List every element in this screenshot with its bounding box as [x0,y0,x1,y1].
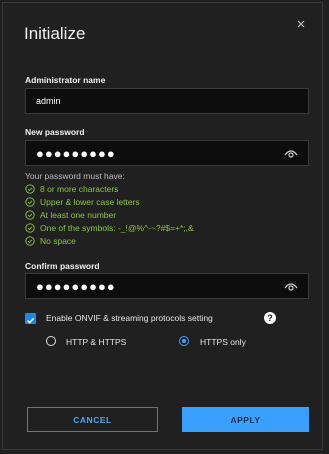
show-password-icon[interactable] [284,280,298,292]
onvif-label: Enable ONVIF & streaming protocols setti… [46,313,213,323]
show-password-icon[interactable] [284,147,298,159]
requirement-text: No space [40,235,76,246]
requirement-text: At least one number [40,209,117,220]
radio-http-https-label: HTTP & HTTPS [66,337,127,347]
password-requirements-title: Your password must have: [25,171,125,181]
radio-https-only-label: HTTPS only [200,337,246,347]
admin-name-label: Administrator name [25,75,106,85]
requirement-item: No space [25,234,194,247]
requirement-item: At least one number [25,208,194,221]
cancel-button[interactable]: CANCEL [27,407,158,432]
confirm-password-label: Confirm password [25,261,100,271]
check-circle-icon [25,222,35,233]
dialog-title: Initialize [24,24,86,43]
onvif-checkbox[interactable] [25,313,36,324]
close-icon[interactable] [294,17,308,31]
password-requirements-list: 8 or more characters Upper & lower case … [25,182,194,247]
new-password-label: New password [25,127,85,137]
radio-http-https[interactable] [46,336,56,346]
check-circle-icon [25,235,35,246]
requirement-item: One of the symbols: -_!@%^-~?#$=+*;,& [25,221,194,234]
check-circle-icon [25,196,35,207]
radio-https-only[interactable] [179,336,189,346]
requirement-text: Upper & lower case letters [40,196,140,207]
admin-name-value: admin [36,96,61,106]
check-circle-icon [25,183,35,194]
apply-button[interactable]: APPLY [182,407,309,432]
confirm-password-value: ●●●●●●●●● [36,278,116,294]
requirement-text: 8 or more characters [40,183,119,194]
admin-name-input[interactable]: admin [25,88,309,114]
new-password-value: ●●●●●●●●● [36,145,116,161]
initialize-dialog: Initialize Administrator name admin New … [2,2,323,450]
confirm-password-input[interactable]: ●●●●●●●●● [25,273,309,299]
requirement-text: One of the symbols: -_!@%^-~?#$=+*;,& [40,222,194,233]
requirement-item: 8 or more characters [25,182,194,195]
new-password-input[interactable]: ●●●●●●●●● [25,140,309,166]
check-circle-icon [25,209,35,220]
help-icon[interactable]: ? [264,312,276,324]
requirement-item: Upper & lower case letters [25,195,194,208]
checkmark-icon [27,317,35,324]
